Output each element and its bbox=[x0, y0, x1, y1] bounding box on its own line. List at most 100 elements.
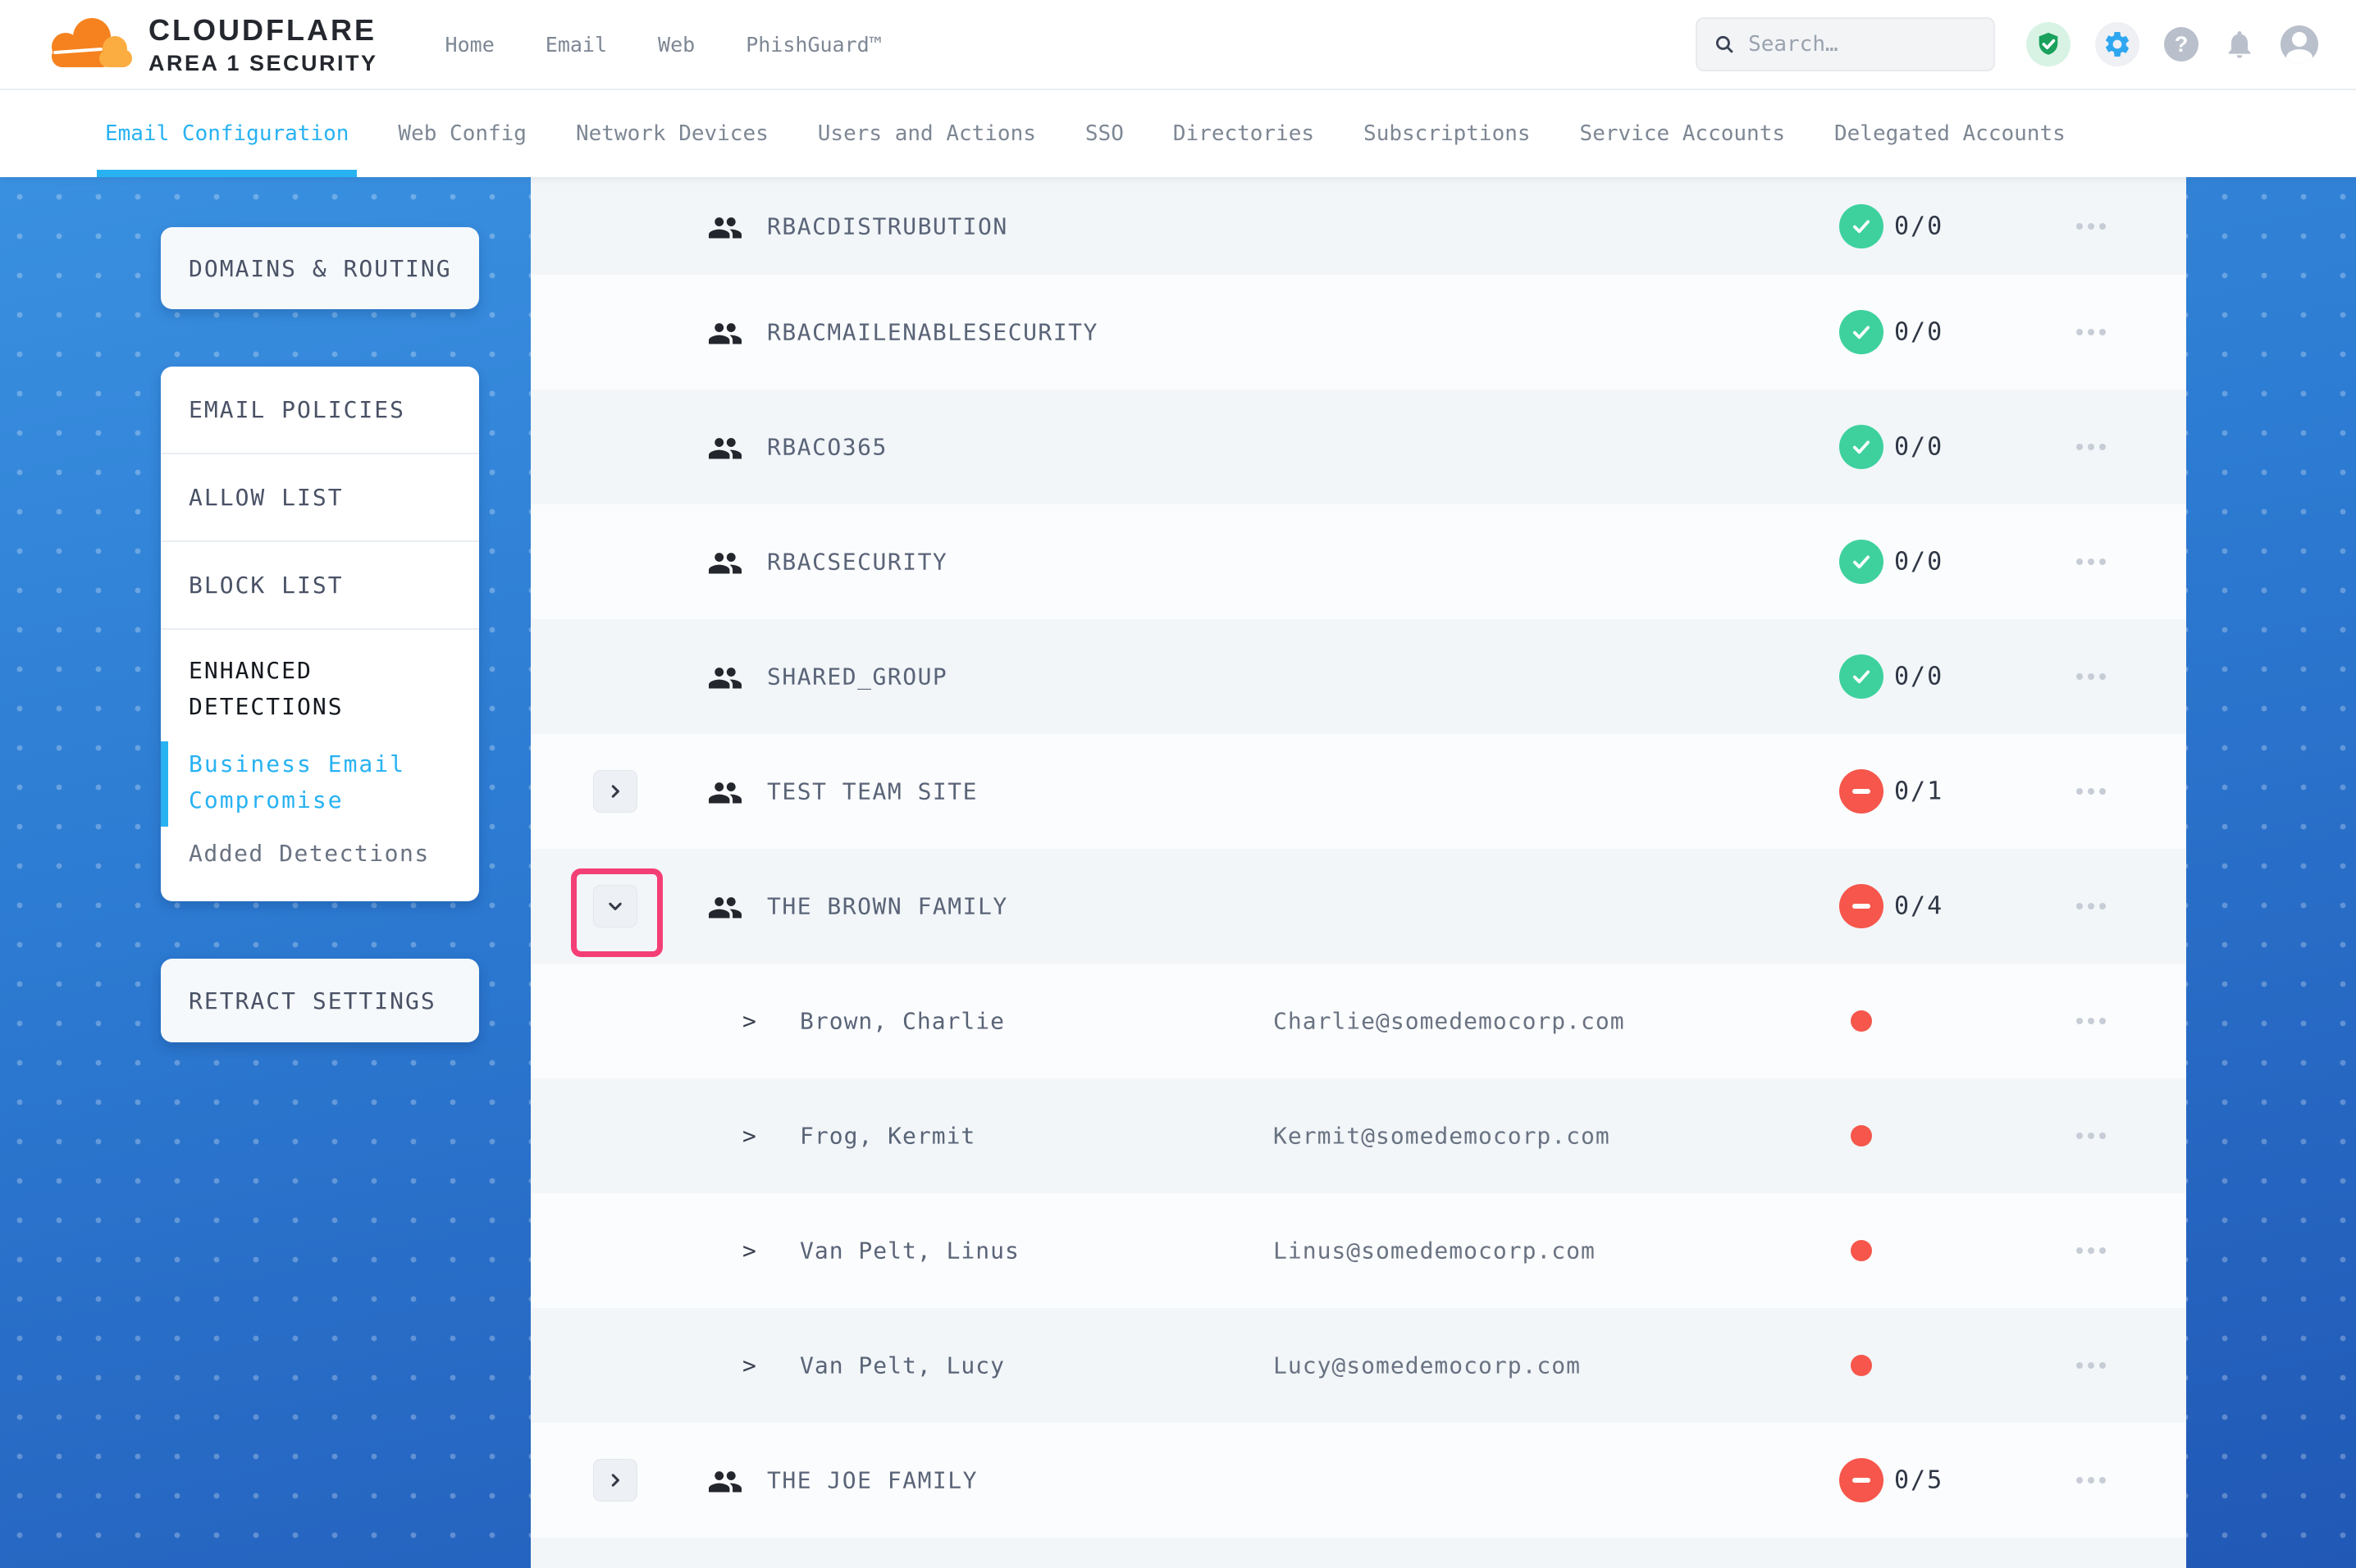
row-actions-menu-button[interactable] bbox=[2071, 1351, 2111, 1380]
dot-icon bbox=[2088, 1477, 2094, 1484]
tab-service-accounts[interactable]: Service Accounts bbox=[1580, 90, 1785, 177]
dot-icon bbox=[2076, 558, 2083, 565]
expand-group-button[interactable] bbox=[593, 1459, 637, 1502]
dot-icon bbox=[2076, 1018, 2083, 1024]
tab-web-config[interactable]: Web Config bbox=[398, 90, 527, 177]
dot-icon bbox=[2099, 788, 2106, 795]
sidebar-item-added-detections[interactable]: Added Detections bbox=[189, 840, 451, 867]
retract-settings-label: RETRACT SETTINGS bbox=[189, 987, 436, 1014]
pass-count: 0/0 bbox=[1894, 663, 1943, 691]
row-actions-menu-button[interactable] bbox=[2071, 662, 2111, 691]
tab-network-devices[interactable]: Network Devices bbox=[576, 90, 769, 177]
dot-icon bbox=[2076, 788, 2083, 795]
group-row: RBACO365 0/0 bbox=[531, 390, 2186, 504]
group-icon bbox=[706, 431, 744, 463]
dot-icon bbox=[2099, 444, 2106, 450]
tab-users-and-actions[interactable]: Users and Actions bbox=[818, 90, 1036, 177]
row-actions-menu-button[interactable] bbox=[2071, 1121, 2111, 1151]
dot-icon bbox=[2088, 223, 2094, 230]
status-alert-dot bbox=[1851, 1125, 1872, 1146]
search-box[interactable] bbox=[1696, 17, 1995, 71]
sidebar-item-block-list[interactable]: BLOCK LIST bbox=[161, 542, 479, 630]
sidebar-section-enhanced-detections[interactable]: ENHANCED DETECTIONS bbox=[161, 630, 407, 725]
group-row: RBACDISTRUBUTION0/0 bbox=[531, 177, 2186, 275]
dot-icon bbox=[2099, 1247, 2106, 1254]
group-icon bbox=[706, 775, 744, 808]
sidebar-item-retract-settings[interactable]: RETRACT SETTINGS bbox=[161, 959, 479, 1042]
header-icons: ? bbox=[2026, 22, 2318, 66]
tab-subscriptions[interactable]: Subscriptions bbox=[1363, 90, 1531, 177]
member-email: Kermit@somedemocorp.com bbox=[1273, 1123, 1610, 1150]
group-row: THE BROWN FAMILY0/4 bbox=[531, 849, 2186, 964]
page: CLOUDFLARE AREA 1 SECURITY Home Email We… bbox=[0, 0, 2356, 1568]
row-actions-menu-button[interactable] bbox=[2071, 212, 2111, 241]
expand-member-button[interactable]: > bbox=[742, 1352, 756, 1379]
group-name: RBACDISTRUBUTION bbox=[767, 212, 1008, 239]
dot-icon bbox=[2099, 558, 2106, 565]
dot-icon bbox=[2076, 223, 2083, 230]
status-alert-dot bbox=[1851, 1240, 1872, 1261]
member-name: Van Pelt, Lucy bbox=[800, 1352, 1005, 1379]
nav-phishguard[interactable]: PhishGuard™ bbox=[746, 33, 882, 57]
status-blocked-badge bbox=[1839, 769, 1883, 814]
pass-count: 0/0 bbox=[1894, 548, 1943, 577]
group-name: RBACO365 bbox=[767, 434, 888, 461]
status-pass-badge bbox=[1839, 310, 1883, 354]
dot-icon bbox=[2076, 1133, 2083, 1139]
member-name: Brown, Charlie bbox=[800, 1008, 1005, 1035]
dot-icon bbox=[2076, 1477, 2083, 1484]
expand-group-button[interactable] bbox=[593, 770, 637, 813]
nav-email[interactable]: Email bbox=[546, 33, 607, 57]
group-row: RBACMAILENABLESECURITY0/0 bbox=[531, 275, 2186, 390]
help-icon[interactable]: ? bbox=[2164, 27, 2198, 62]
dot-icon bbox=[2076, 1247, 2083, 1254]
row-actions-menu-button[interactable] bbox=[2071, 432, 2111, 462]
sidebar-item-allow-list[interactable]: ALLOW LIST bbox=[161, 454, 479, 542]
dot-icon bbox=[2099, 1362, 2106, 1369]
dot-icon bbox=[2099, 329, 2106, 335]
row-actions-menu-button[interactable] bbox=[2071, 891, 2111, 921]
status-blocked-badge bbox=[1839, 884, 1883, 928]
expand-member-button[interactable]: > bbox=[742, 1008, 756, 1035]
tab-directories[interactable]: Directories bbox=[1173, 90, 1314, 177]
expand-member-button[interactable]: > bbox=[742, 1238, 756, 1265]
group-list: RBACDISTRUBUTION0/0RBACMAILENABLESECURIT… bbox=[531, 177, 2186, 1568]
row-actions-menu-button[interactable] bbox=[2071, 1465, 2111, 1495]
member-email: Lucy@somedemocorp.com bbox=[1273, 1352, 1581, 1379]
row-actions-menu-button[interactable] bbox=[2071, 317, 2111, 347]
member-row: >Brown, CharlieCharlie@somedemocorp.com bbox=[531, 964, 2186, 1078]
search-icon bbox=[1714, 32, 1735, 57]
row-actions-menu-button[interactable] bbox=[2071, 547, 2111, 577]
sidebar-item-email-policies[interactable]: EMAIL POLICIES bbox=[161, 367, 479, 454]
row-actions-menu-button[interactable] bbox=[2071, 1006, 2111, 1036]
row-actions-menu-button[interactable] bbox=[2071, 777, 2111, 806]
tab-delegated-accounts[interactable]: Delegated Accounts bbox=[1834, 90, 2066, 177]
expand-member-button[interactable]: > bbox=[742, 1123, 756, 1150]
row-actions-menu-button[interactable] bbox=[2071, 1236, 2111, 1265]
gear-icon[interactable] bbox=[2095, 22, 2139, 66]
pass-count: 0/0 bbox=[1894, 433, 1943, 462]
dot-icon bbox=[2099, 1018, 2106, 1024]
sidebar-item-business-email-compromise[interactable]: Business Email Compromise bbox=[189, 746, 435, 818]
member-email: Linus@somedemocorp.com bbox=[1273, 1238, 1596, 1265]
tab-email-configuration[interactable]: Email Configuration bbox=[105, 90, 349, 177]
account-icon[interactable] bbox=[2281, 25, 2318, 63]
dot-icon bbox=[2088, 444, 2094, 450]
group-name: SHARED_GROUP bbox=[767, 663, 947, 691]
cloudflare-logo[interactable]: CLOUDFLARE AREA 1 SECURITY bbox=[45, 13, 378, 76]
group-name: THE BROWN FAMILY bbox=[767, 893, 1008, 920]
group-row: THE JOE FAMILY0/5 bbox=[531, 1423, 2186, 1538]
dot-icon bbox=[2088, 329, 2094, 335]
dot-icon bbox=[2076, 1362, 2083, 1369]
nav-web[interactable]: Web bbox=[658, 33, 695, 57]
bell-icon[interactable] bbox=[2223, 28, 2256, 61]
dot-icon bbox=[2099, 673, 2106, 680]
tab-sso[interactable]: SSO bbox=[1085, 90, 1124, 177]
nav-home[interactable]: Home bbox=[445, 33, 495, 57]
status-pass-badge bbox=[1839, 204, 1883, 248]
shield-check-icon[interactable] bbox=[2026, 22, 2071, 66]
group-icon bbox=[706, 316, 744, 349]
domains-routing-label: DOMAINS & ROUTING bbox=[189, 255, 452, 282]
search-input[interactable] bbox=[1748, 32, 1977, 57]
sidebar-item-domains-routing[interactable]: DOMAINS & ROUTING bbox=[161, 227, 479, 309]
